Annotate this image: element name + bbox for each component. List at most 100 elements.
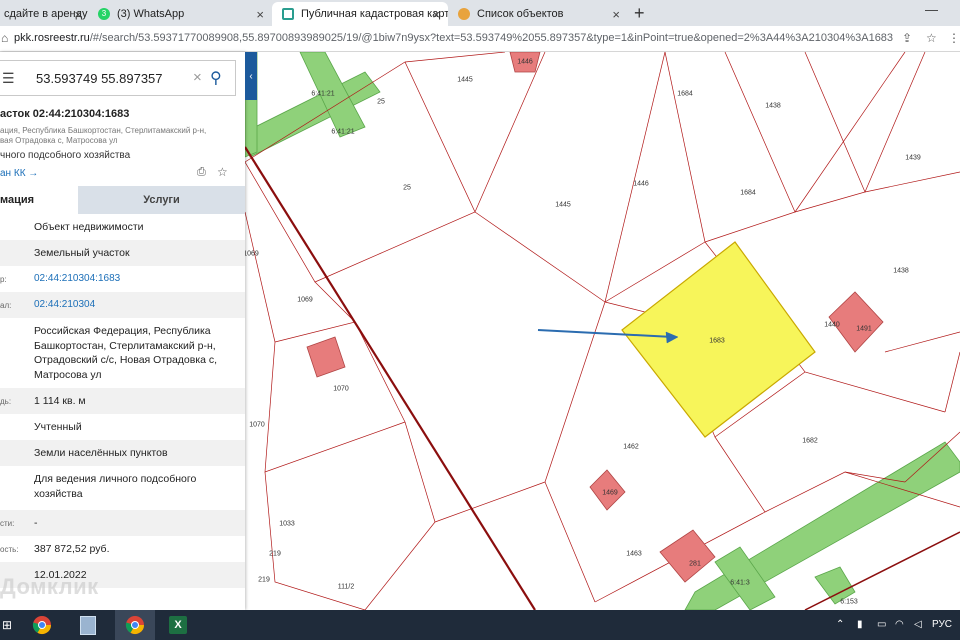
parcel-boundary xyxy=(544,481,596,603)
parcel-label: 1033 xyxy=(279,520,295,528)
language-indicator[interactable]: РУС xyxy=(932,619,952,630)
property-value: Земли населённых пунктов xyxy=(34,447,168,459)
tab-services[interactable]: Услуги xyxy=(78,186,245,214)
tab-rent[interactable]: сдайте в аренду × xyxy=(0,2,88,26)
close-tab-icon[interactable]: × xyxy=(256,7,264,22)
parcel-label: 1438 xyxy=(765,102,781,110)
parcel-label: 281 xyxy=(689,560,701,568)
parcel-boundary xyxy=(704,52,796,243)
building-901[interactable] xyxy=(306,336,346,378)
object-address-line: вая Отрадовка с, Матросова ул xyxy=(0,136,118,145)
property-row: Для ведения личного подсобного хозяйства xyxy=(0,466,245,510)
property-row: Российская Федерация, Республика Башкорт… xyxy=(0,318,245,388)
search-menu-icon[interactable]: ☰ xyxy=(2,70,15,87)
windows-icon: ⊞ xyxy=(1,618,13,632)
parcel-boundary xyxy=(864,171,960,193)
search-box[interactable]: ☰ 53.593749 55.897357 × ⚲ xyxy=(0,60,236,96)
building-281[interactable] xyxy=(659,529,716,583)
parcel-label: 1446 xyxy=(517,58,533,66)
parcel-label: 1684 xyxy=(740,189,756,197)
parcel-label: 219 xyxy=(269,550,281,558)
object-use: чного подсобного хозяйства xyxy=(0,150,131,161)
tab-object-list[interactable]: Список объектов × xyxy=(450,2,628,26)
tab-label: (3) WhatsApp xyxy=(117,8,185,20)
tab-label: Список объектов xyxy=(477,8,564,20)
parcel-label: 25 xyxy=(377,98,385,106)
property-value: Для ведения личного подсобного хозяйства xyxy=(34,473,197,500)
parcel-label: 219 xyxy=(258,576,270,584)
cadastral-map[interactable]: 1446 1445 1684 1438 25 1439 25 1446 1445 1684 1438… xyxy=(245,52,960,610)
taskbar-chrome-active[interactable] xyxy=(115,610,155,640)
cadastral-plan-link[interactable]: ан КК → xyxy=(0,168,38,179)
print-icon[interactable]: ⎙ xyxy=(197,166,206,179)
start-button[interactable]: ⊞ xyxy=(0,610,14,640)
collapse-panel-button[interactable]: ‹ xyxy=(245,52,257,100)
property-value: 1 114 кв. м xyxy=(34,395,86,407)
new-tab-button[interactable]: + xyxy=(634,3,645,24)
close-tab-icon[interactable]: × xyxy=(432,7,440,22)
parcel-boundary xyxy=(944,351,960,413)
parcel-label: 1683 xyxy=(709,337,725,345)
property-value-link[interactable]: 02:44:210304:1683 xyxy=(34,272,234,287)
parcel-label: 1462 xyxy=(623,443,639,451)
close-tab-icon[interactable]: × xyxy=(612,7,620,22)
road-strip[interactable] xyxy=(245,71,381,158)
windows-taskbar: ⊞ X ⌃ ▮ ▭ ◠ ◁ РУС xyxy=(0,610,960,640)
parcel-boundary xyxy=(864,52,926,193)
object-address-short: ация, Республика Башкортостан, Стерлитам… xyxy=(0,126,206,146)
property-value: Земельный участок xyxy=(34,247,130,259)
property-label: р: xyxy=(0,275,7,284)
tray-app-icon[interactable]: ▮ xyxy=(857,619,863,630)
parcel-label: 1684 xyxy=(677,90,693,98)
parcel-boundary xyxy=(794,52,906,213)
object-list-icon xyxy=(458,8,470,20)
battery-icon[interactable]: ▭ xyxy=(877,619,886,630)
chrome-icon xyxy=(32,616,51,635)
parcel-label: 1446 xyxy=(633,180,649,188)
share-icon[interactable]: ⇪ xyxy=(902,31,912,45)
close-tab-icon[interactable]: × xyxy=(74,7,82,22)
property-row: р: 02:44:210304:1683 xyxy=(0,266,245,292)
address-bar: ⌂ pkk.rosreestr.ru/#/search/53.593717700… xyxy=(0,26,960,52)
tab-info[interactable]: мация xyxy=(0,186,78,214)
taskbar-chrome[interactable] xyxy=(26,610,58,640)
parcel-label: 1463 xyxy=(626,550,642,558)
object-address-line: ация, Республика Башкортостан, Стерлитам… xyxy=(0,126,207,135)
tray-arrow-icon[interactable]: ⌃ xyxy=(836,619,844,630)
tab-whatsapp[interactable]: 3 (3) WhatsApp × xyxy=(98,2,272,26)
search-input[interactable]: 53.593749 55.897357 xyxy=(36,71,163,86)
property-value-link[interactable]: 02:44:210304 xyxy=(34,298,234,313)
property-row: Объект недвижимости xyxy=(0,214,245,240)
property-value: Учтенный xyxy=(34,421,82,433)
parcel-label: 1069 xyxy=(297,296,313,304)
clear-search-icon[interactable]: × xyxy=(193,69,202,86)
favorite-star-icon[interactable]: ☆ xyxy=(217,165,228,179)
search-icon[interactable]: ⚲ xyxy=(210,68,222,88)
parcel-label: 111/2 xyxy=(337,583,355,591)
parcel-label: 1440 xyxy=(824,321,840,329)
menu-icon[interactable]: ⋮ xyxy=(948,31,960,45)
property-value: Объект недвижимости xyxy=(34,221,144,233)
parcel-label: 1491 xyxy=(856,325,872,333)
tab-cadastral-map[interactable]: Публичная кадастровая карта × xyxy=(272,2,448,26)
property-row: Земельный участок xyxy=(0,240,245,266)
property-value: - xyxy=(34,517,38,529)
bookmark-star-icon[interactable]: ☆ xyxy=(926,31,937,45)
parcel-label: 1445 xyxy=(555,201,571,209)
parcel-boundary xyxy=(544,301,606,483)
minimize-icon[interactable]: — xyxy=(925,2,938,17)
parcel-boundary xyxy=(794,52,866,213)
site-info-icon[interactable]: ⌂ xyxy=(1,31,8,45)
property-row: дь: 1 114 кв. м xyxy=(0,388,245,414)
property-row: Учтенный xyxy=(0,414,245,440)
road-boundary xyxy=(245,146,536,610)
volume-icon[interactable]: ◁ xyxy=(914,619,922,630)
url-field[interactable]: pkk.rosreestr.ru/#/search/53.59371770089… xyxy=(14,32,893,44)
parcel-label: 1069 xyxy=(245,250,259,258)
parcel-label: 1439 xyxy=(905,154,921,162)
tab-label: Публичная кадастровая карта xyxy=(301,8,448,20)
taskbar-excel[interactable]: X xyxy=(160,610,196,640)
taskbar-calculator[interactable] xyxy=(72,610,104,640)
property-row: ость: 387 872,52 руб. xyxy=(0,536,245,562)
wifi-icon[interactable]: ◠ xyxy=(895,619,904,630)
